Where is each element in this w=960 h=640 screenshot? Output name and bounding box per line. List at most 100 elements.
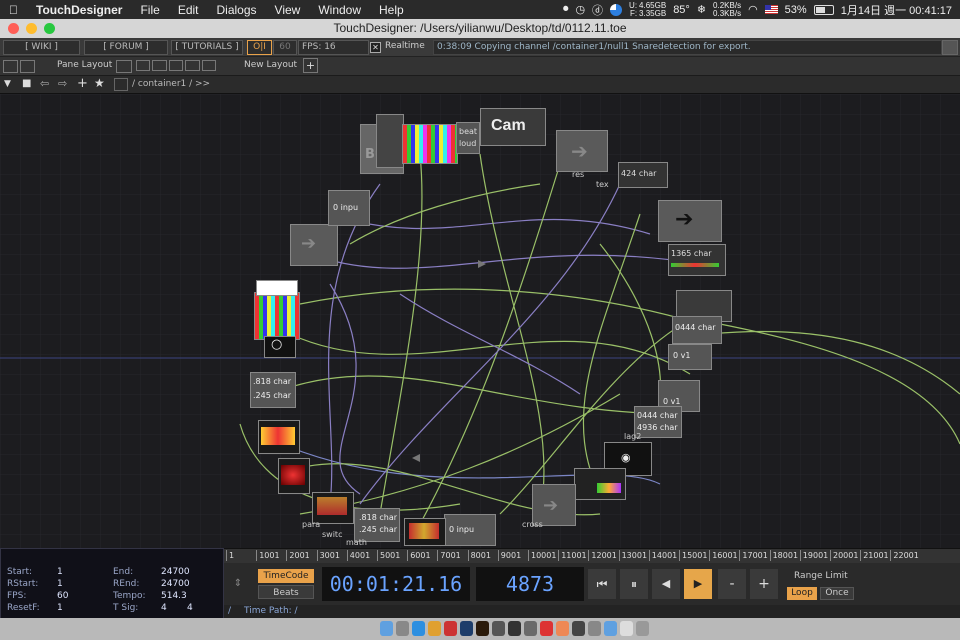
menu-help[interactable]: Help	[370, 3, 413, 17]
pause-button[interactable]: ⏸	[620, 569, 648, 599]
operator-node[interactable]: 1365 char	[668, 244, 726, 276]
rend-value[interactable]: 24700	[161, 579, 190, 589]
layout-preset-5-icon[interactable]	[201, 60, 217, 71]
stop-icon[interactable]: ■	[22, 78, 31, 89]
realtime-checkbox[interactable]: ✕	[370, 42, 381, 53]
menu-edit[interactable]: Edit	[169, 3, 208, 17]
toolbar-menu-button[interactable]	[942, 40, 958, 55]
loop-button[interactable]: Loop	[787, 587, 817, 600]
battery-icon[interactable]	[813, 4, 834, 15]
layout-preset-2-icon[interactable]	[152, 60, 167, 71]
menu-dialogs[interactable]: Dialogs	[208, 3, 266, 17]
photoshop-icon[interactable]	[460, 621, 473, 636]
network-editor[interactable]: Bu beat loud Cam ➔ 424 char ➔ 1365 char …	[0, 94, 960, 548]
illustrator-icon[interactable]	[476, 621, 489, 636]
add-icon[interactable]: +	[77, 76, 88, 91]
drag-handle-icon[interactable]: ⇕	[232, 569, 244, 599]
menu-view[interactable]: View	[266, 3, 310, 17]
layout-preset-1-icon[interactable]	[136, 60, 151, 71]
image-icon[interactable]	[3, 60, 18, 73]
chrome-icon[interactable]	[428, 621, 441, 636]
operator-node[interactable]: ➔	[290, 224, 338, 266]
app-icon[interactable]	[588, 621, 601, 636]
finder-icon[interactable]	[380, 621, 393, 636]
launchpad-icon[interactable]	[396, 621, 409, 636]
operator-node[interactable]	[278, 458, 310, 494]
menubar-clock[interactable]: 1月14日 週一 00:41:17	[841, 2, 952, 18]
operator-node[interactable]: .818 char .245 char	[354, 508, 400, 542]
operator-node[interactable]	[256, 280, 298, 296]
operator-node[interactable]	[404, 518, 446, 546]
dropdown-icon[interactable]: ▼	[4, 79, 11, 89]
operator-node[interactable]: beat loud	[456, 122, 480, 154]
wiki-button[interactable]: [ WIKI ]	[3, 40, 80, 55]
maximize-icon[interactable]	[44, 23, 55, 34]
add-layout-button[interactable]: +	[303, 58, 318, 73]
close-icon[interactable]	[8, 23, 19, 34]
start-value[interactable]: 1	[57, 567, 63, 577]
app-icon[interactable]	[620, 621, 633, 636]
forum-button[interactable]: [ FORUM ]	[84, 40, 168, 55]
app-icon[interactable]	[508, 621, 521, 636]
operator-node[interactable]: .818 char .245 char	[250, 372, 296, 408]
minimize-icon[interactable]	[26, 23, 37, 34]
operator-node[interactable]: Cam	[480, 108, 546, 146]
wifi-icon[interactable]: ◠	[748, 3, 758, 16]
resetf-value[interactable]: 1	[57, 603, 63, 613]
app-icon[interactable]	[524, 621, 537, 636]
folder-icon[interactable]	[604, 621, 617, 636]
oi-button[interactable]: O|I	[247, 40, 272, 55]
layout-preset-3-icon[interactable]	[168, 60, 184, 71]
operator-node[interactable]: 0444 char	[672, 316, 722, 344]
back-icon[interactable]: ⇦	[40, 77, 49, 90]
step-back-button[interactable]: -	[718, 569, 746, 599]
timeline-ruler[interactable]: 1 1001 2001 3001 4001 5001 6001 7001 8001 9001 100…	[224, 548, 960, 563]
operator-node[interactable]: 0 inpu	[444, 514, 496, 546]
once-button[interactable]: Once	[820, 587, 854, 600]
panel-icon[interactable]	[20, 60, 35, 73]
operator-node[interactable]: ➔	[556, 130, 608, 172]
operator-node[interactable]: 424 char	[618, 162, 668, 188]
app-icon[interactable]	[492, 621, 505, 636]
operator-node[interactable]	[574, 468, 626, 500]
apple-icon[interactable]: 	[0, 3, 27, 17]
safari-icon[interactable]	[412, 621, 425, 636]
edit-icon[interactable]	[114, 78, 128, 91]
rewind-button[interactable]: ⏮	[588, 569, 616, 599]
beats-button[interactable]: Beats	[258, 585, 314, 599]
end-value[interactable]: 24700	[161, 567, 190, 577]
app-icon[interactable]	[556, 621, 569, 636]
layout-single-icon[interactable]	[116, 60, 132, 73]
rstart-value[interactable]: 1	[57, 579, 63, 589]
status-icon[interactable]: ⓓ	[592, 2, 603, 18]
clock-icon[interactable]: ◷	[575, 3, 585, 16]
time-display[interactable]: 00:01:21.16	[322, 567, 470, 601]
operator-node[interactable]: 0 v1	[668, 344, 712, 370]
operator-node[interactable]	[258, 420, 300, 454]
record-icon[interactable]: ⏺	[563, 3, 569, 16]
app-icon[interactable]	[540, 621, 553, 636]
breadcrumb[interactable]: / container1 / >>	[132, 79, 210, 89]
operator-node[interactable]: ○	[264, 336, 296, 358]
time-path-root[interactable]: /	[228, 606, 231, 616]
touchdesigner-icon[interactable]	[572, 621, 585, 636]
fps-value[interactable]: 60	[57, 591, 68, 601]
forward-icon[interactable]: ⇨	[58, 77, 67, 90]
app-menu[interactable]: TouchDesigner	[27, 3, 131, 17]
tutorials-button[interactable]: [ TUTORIALS ]	[171, 40, 243, 55]
play-reverse-button[interactable]: ◀	[652, 569, 680, 599]
flag-icon[interactable]	[764, 5, 778, 14]
step-forward-button[interactable]: +	[750, 569, 778, 599]
tsig-denominator[interactable]: 4	[187, 603, 193, 613]
star-icon[interactable]: ★	[94, 76, 105, 90]
trash-icon[interactable]	[636, 621, 649, 636]
cpu-icon[interactable]	[610, 3, 623, 16]
operator-node[interactable]	[402, 124, 458, 164]
tempo-value[interactable]: 514.3	[161, 591, 187, 601]
timecode-button[interactable]: TimeCode	[258, 569, 314, 583]
operator-node[interactable]	[254, 292, 300, 340]
layout-preset-4-icon[interactable]	[185, 60, 200, 71]
tsig-numerator[interactable]: 4	[161, 603, 167, 613]
menu-window[interactable]: Window	[309, 3, 370, 17]
menu-file[interactable]: File	[131, 3, 168, 17]
